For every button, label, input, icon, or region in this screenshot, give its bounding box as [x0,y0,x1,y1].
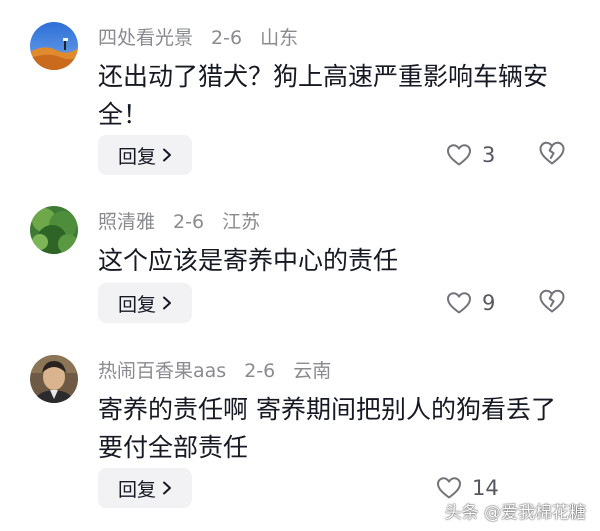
comment-text: 寄养的责任啊 寄养期间把别人的狗看丢了 要付全部责任 [98,395,556,462]
avatar[interactable] [30,355,78,403]
reply-button[interactable]: 回复 [98,283,192,323]
like-count: 14 [472,476,499,500]
comment-date: 2-6 [244,360,276,382]
like-button[interactable]: 3 [446,140,495,170]
comment-meta: 四处看光景 2-6 山东 [98,26,298,50]
chevron-right-icon [162,296,172,310]
chevron-right-icon [162,148,172,162]
reply-button[interactable]: 回复 [98,135,192,175]
comment-location: 山东 [260,27,299,49]
comment-meta: 照清雅 2-6 江苏 [98,210,260,234]
comment-item: 热闹百香果aas 2-6 云南 寄养的责任啊 寄养期间把别人的狗看丢了 要付全部责任… [0,355,600,515]
like-count: 3 [482,143,496,167]
avatar[interactable] [30,22,78,70]
reply-label: 回复 [117,293,156,316]
username[interactable]: 照清雅 [98,211,155,233]
like-button[interactable]: 9 [446,288,495,318]
comment-text: 还出动了猎犬？狗上高速严重影响车辆安全！ [98,62,549,129]
comment-item: 照清雅 2-6 江苏 这个应该是寄养中心的责任 回复 9 [0,206,600,326]
comment-date: 2-6 [173,211,205,233]
chevron-right-icon [162,481,172,495]
dislike-button[interactable] [538,140,566,170]
comment-location: 江苏 [222,211,261,233]
broken-heart-icon [539,289,565,313]
watermark: 头条 @爱我棉花糖 [444,503,586,523]
heart-outline-icon [436,476,462,500]
comment-meta: 热闹百香果aas 2-6 云南 [98,359,331,383]
reply-button[interactable]: 回复 [98,468,192,508]
dislike-button[interactable] [538,288,566,318]
comment-location: 云南 [293,360,332,382]
comment-item: 四处看光景 2-6 山东 还出动了猎犬？狗上高速严重影响车辆安全！ 回复 3 [0,22,600,182]
broken-heart-icon [539,141,565,165]
username[interactable]: 热闹百香果aas [98,360,226,382]
like-count: 9 [482,291,496,315]
comment-text: 这个应该是寄养中心的责任 [98,246,399,275]
reply-label: 回复 [117,478,156,501]
username[interactable]: 四处看光景 [98,27,193,49]
reply-label: 回复 [117,145,156,168]
heart-outline-icon [446,291,472,315]
heart-outline-icon [446,143,472,167]
comment-date: 2-6 [211,27,243,49]
avatar[interactable] [30,206,78,254]
